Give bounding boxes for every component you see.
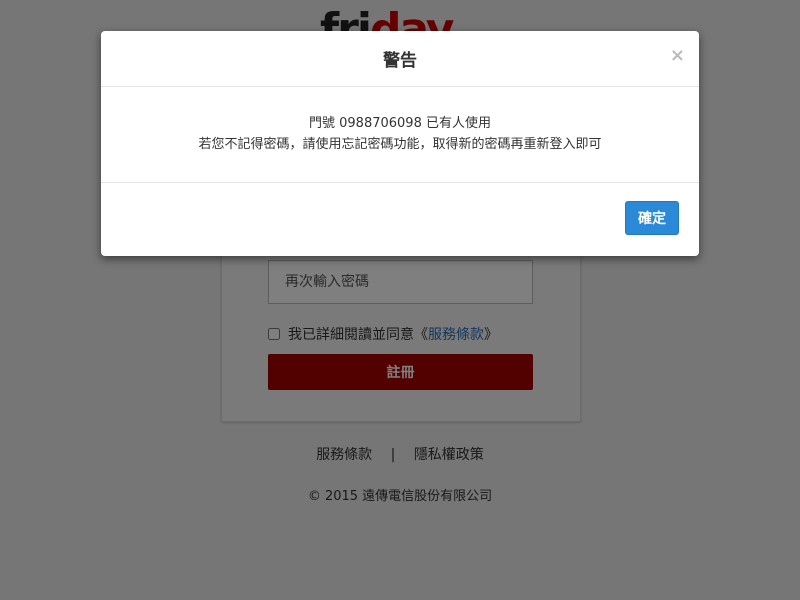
warning-dialog: 警告 × 門號 0988706098 已有人使用 若您不記得密碼，請使用忘記密碼… [101, 31, 699, 256]
modal-header: 警告 × [101, 31, 699, 87]
modal-body: 門號 0988706098 已有人使用 若您不記得密碼，請使用忘記密碼功能，取得… [101, 87, 699, 183]
message-line-2: 若您不記得密碼，請使用忘記密碼功能，取得新的密碼再重新登入即可 [198, 136, 602, 152]
modal-footer: 確定 [101, 183, 699, 255]
modal-title: 警告 [383, 51, 417, 71]
close-icon[interactable]: × [670, 45, 685, 67]
message-line-1: 門號 0988706098 已有人使用 [309, 115, 491, 131]
ok-button[interactable]: 確定 [625, 201, 679, 235]
